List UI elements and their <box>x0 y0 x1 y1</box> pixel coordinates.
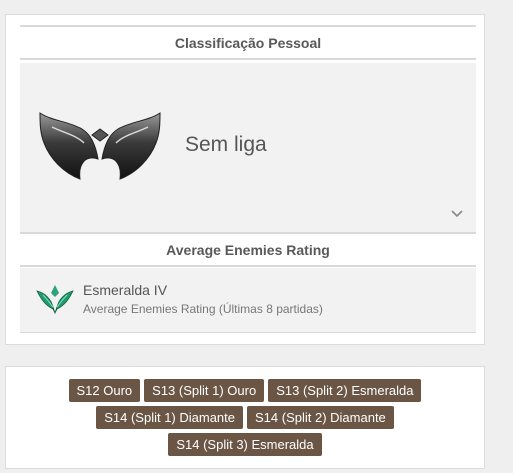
average-enemies-panel: Esmeralda IV Average Enemies Rating (Últ… <box>20 268 476 333</box>
season-tag: S14 (Split 3) Esmeralda <box>168 433 322 456</box>
solo-rank-title: Classificação Pessoal <box>20 25 476 60</box>
season-tag: S12 Ouro <box>68 379 141 402</box>
average-enemies-title: Average Enemies Rating <box>20 232 476 267</box>
emerald-emblem-icon <box>36 285 74 315</box>
season-tag: S13 (Split 2) Esmeralda <box>268 379 422 402</box>
unranked-emblem-icon <box>39 112 161 180</box>
average-rank-label: Esmeralda IV <box>83 282 168 298</box>
chevron-down-icon[interactable] <box>450 209 464 219</box>
solo-rank-panel: Sem liga <box>20 63 476 233</box>
ranked-card: Classificação Pessoal Sem liga Average E… <box>5 14 485 345</box>
season-tag-row: S14 (Split 1) Diamante S14 (Split 2) Dia… <box>96 406 394 429</box>
season-tag: S14 (Split 2) Diamante <box>247 406 394 429</box>
solo-rank-label: Sem liga <box>185 133 267 156</box>
past-seasons-card: S12 Ouro S13 (Split 1) Ouro S13 (Split 2… <box>5 366 485 469</box>
season-tag-row: S14 (Split 3) Esmeralda <box>168 433 322 456</box>
season-tag: S14 (Split 1) Diamante <box>96 406 243 429</box>
average-rank-subtitle: Average Enemies Rating (Últimas 8 partid… <box>83 302 323 316</box>
season-tag: S13 (Split 1) Ouro <box>144 379 265 402</box>
season-tag-row: S12 Ouro S13 (Split 1) Ouro S13 (Split 2… <box>68 379 422 402</box>
season-tags: S12 Ouro S13 (Split 1) Ouro S13 (Split 2… <box>6 379 484 456</box>
